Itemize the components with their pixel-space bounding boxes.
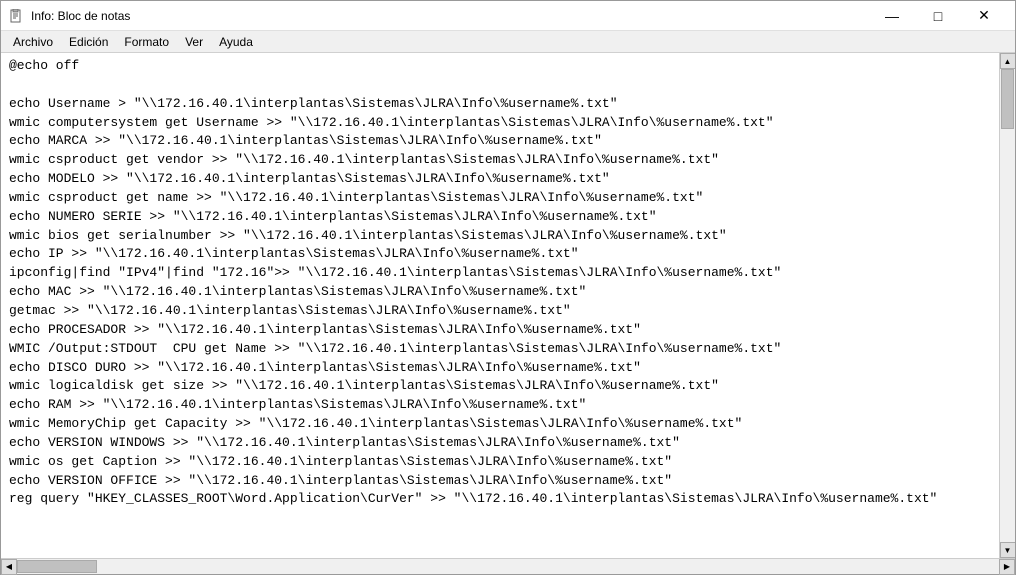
- notepad-window: Info: Bloc de notas — □ ✕ Archivo Edició…: [0, 0, 1016, 575]
- scrollbar-v-thumb[interactable]: [1001, 69, 1014, 129]
- text-editor[interactable]: @echo off echo Username > "\\172.16.40.1…: [1, 53, 999, 558]
- scrollbar-h-thumb[interactable]: [17, 560, 97, 573]
- maximize-button[interactable]: □: [915, 1, 961, 31]
- menu-ver[interactable]: Ver: [177, 33, 211, 51]
- scrollbar-down-button[interactable]: ▼: [1000, 542, 1016, 558]
- menu-formato[interactable]: Formato: [116, 33, 177, 51]
- content-area: @echo off echo Username > "\\172.16.40.1…: [1, 53, 1015, 558]
- horizontal-scrollbar: ◀ ▶: [1, 558, 1015, 574]
- title-bar: Info: Bloc de notas — □ ✕: [1, 1, 1015, 31]
- scrollbar-right-button[interactable]: ▶: [999, 559, 1015, 575]
- scrollbar-left-button[interactable]: ◀: [1, 559, 17, 575]
- title-bar-left: Info: Bloc de notas: [9, 8, 130, 24]
- menu-bar: Archivo Edición Formato Ver Ayuda: [1, 31, 1015, 53]
- scrollbar-v-track[interactable]: [1000, 69, 1015, 542]
- scrollbar-up-button[interactable]: ▲: [1000, 53, 1016, 69]
- menu-archivo[interactable]: Archivo: [5, 33, 61, 51]
- menu-edicion[interactable]: Edición: [61, 33, 116, 51]
- title-bar-buttons: — □ ✕: [869, 1, 1007, 31]
- notepad-icon: [9, 8, 25, 24]
- scrollbar-h-track[interactable]: [17, 559, 999, 574]
- close-button[interactable]: ✕: [961, 1, 1007, 31]
- vertical-scrollbar: ▲ ▼: [999, 53, 1015, 558]
- window-title: Info: Bloc de notas: [31, 9, 130, 23]
- menu-ayuda[interactable]: Ayuda: [211, 33, 261, 51]
- minimize-button[interactable]: —: [869, 1, 915, 31]
